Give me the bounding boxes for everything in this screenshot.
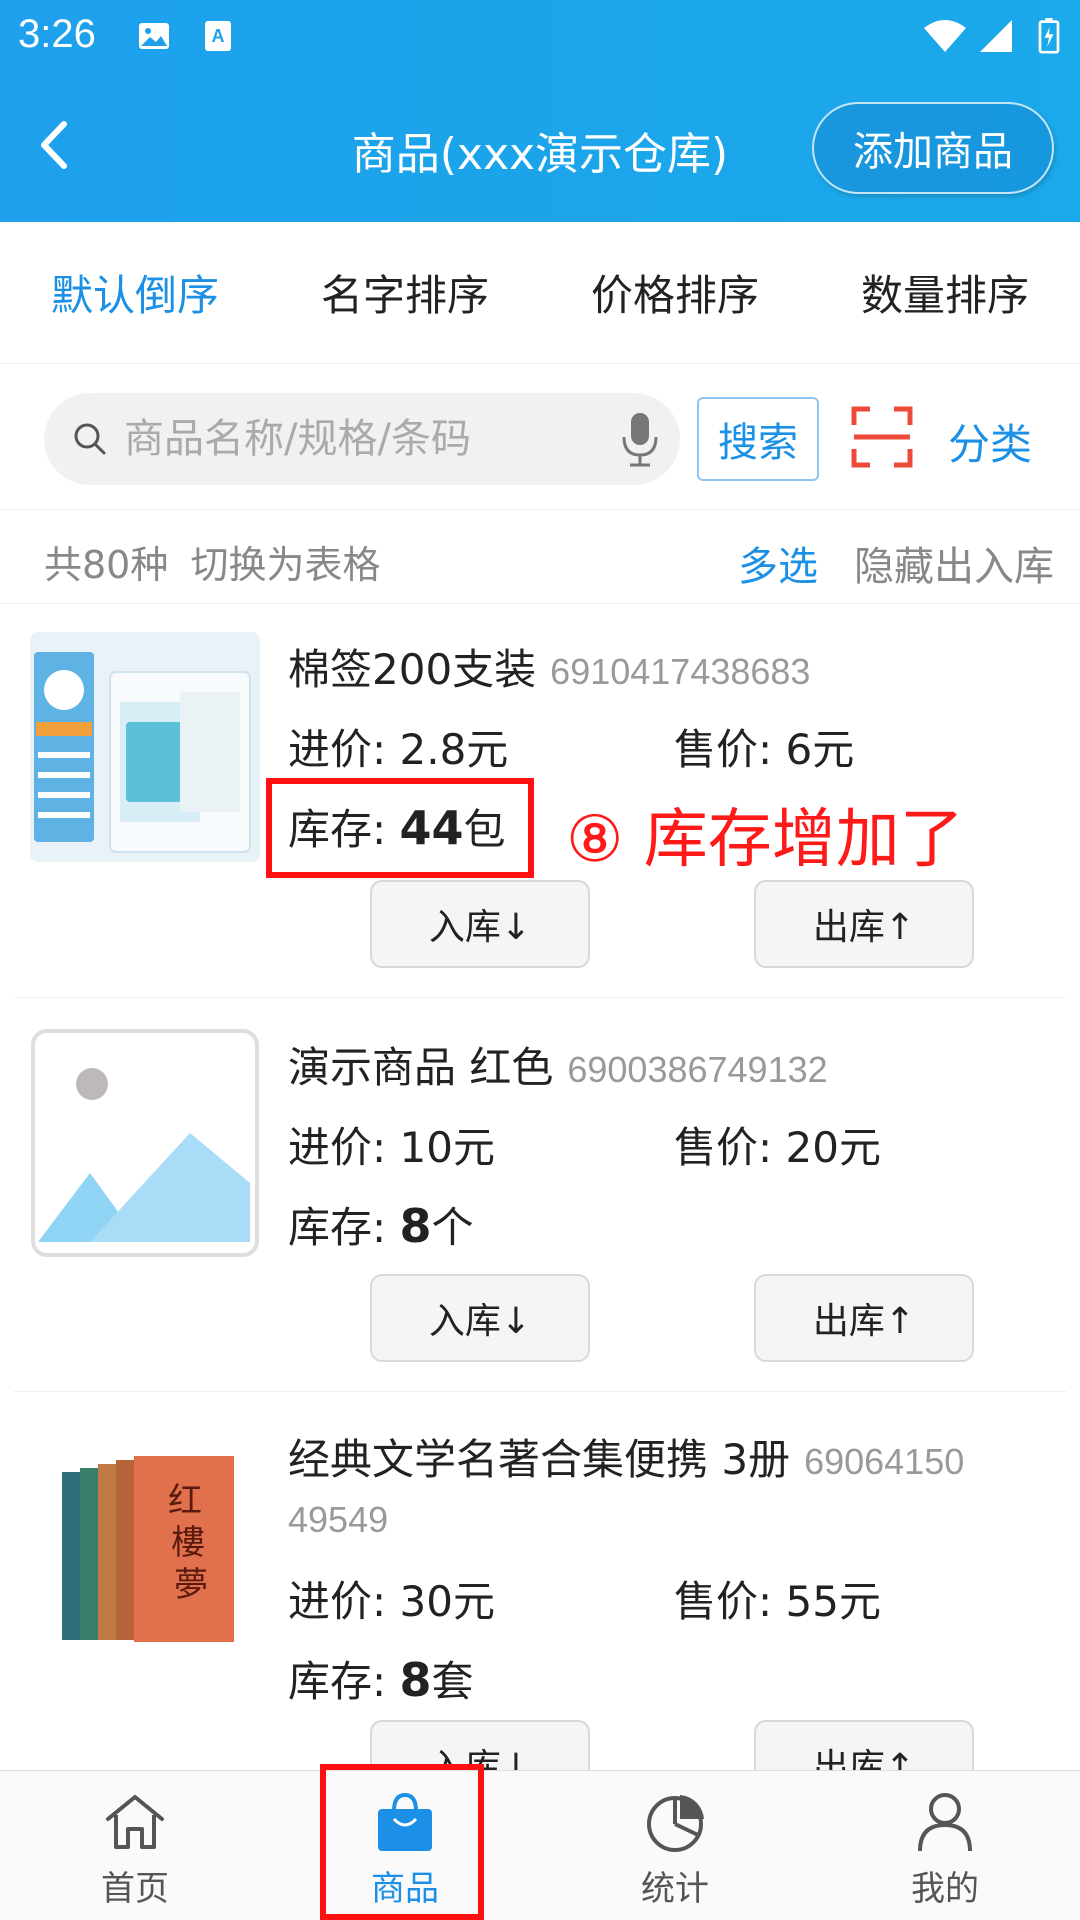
switch-to-table-link[interactable]: 切换为表格 <box>190 543 380 587</box>
product-item[interactable]: 红 樓 夢 经典文学名著合集便携 3册 69064150 49549 进价: 30元… <box>14 1392 1066 1808</box>
sale-price-value: 6元 <box>785 725 855 774</box>
signal-icon <box>980 20 1012 52</box>
image-notification-icon <box>139 23 169 49</box>
in-price-label: 进价: <box>288 1577 387 1626</box>
product-name: 棉签200支装 6910417438683 <box>288 636 810 697</box>
stock-number: 8 <box>399 1199 432 1253</box>
product-title: 经典文学名著合集便携 3册 <box>288 1435 791 1484</box>
stock: 库存: 8套 <box>288 1648 474 1709</box>
in-price-label: 进价: <box>288 1123 387 1172</box>
barcode-scan-icon[interactable] <box>850 405 914 469</box>
stock-highlight-box <box>266 778 534 878</box>
list-info-row: 共80种 切换为表格 多选 隐藏出入库 <box>0 510 1080 604</box>
home-icon <box>106 1795 164 1849</box>
product-barcode: 6910417438683 <box>550 651 811 692</box>
nav-mine-label: 我的 <box>911 1869 979 1909</box>
status-time: 3:26 <box>18 12 96 56</box>
product-title: 演示商品 红色 <box>288 1043 554 1092</box>
hide-io-link[interactable]: 隐藏出入库 <box>854 534 1054 592</box>
sale-price-label: 售价: <box>674 1123 773 1172</box>
nav-statistics-label: 统计 <box>641 1869 709 1909</box>
wifi-icon <box>924 20 966 52</box>
product-barcode: 6900386749132 <box>567 1049 828 1090</box>
search-row: 搜索 分类 <box>0 365 1080 510</box>
stock-unit: 套 <box>431 1657 474 1706</box>
product-barcode: 69064150 <box>804 1441 965 1482</box>
sale-price-label: 售价: <box>674 1577 773 1626</box>
sale-price-value: 20元 <box>785 1123 881 1172</box>
annotation-text: ⑧ 库存增加了 <box>566 803 964 877</box>
svg-text:樓: 樓 <box>171 1523 205 1563</box>
nav-home[interactable]: 首页 <box>0 1771 270 1920</box>
in-price-label: 进价: <box>288 725 387 774</box>
product-count: 共80种 <box>44 543 169 587</box>
search-input[interactable] <box>124 393 564 485</box>
in-price: 进价: 2.8元 <box>288 716 508 777</box>
in-price-value: 30元 <box>399 1577 495 1626</box>
stock-in-button[interactable]: 入库↓ <box>370 1274 590 1362</box>
product-title: 棉签200支装 <box>288 645 537 694</box>
app-header: 3:26 A 商品(xxx演示仓库) 添加商品 <box>0 0 1080 222</box>
sale-price: 售价: 20元 <box>674 1114 881 1175</box>
nav-mine[interactable]: 我的 <box>810 1771 1080 1920</box>
user-icon <box>918 1793 972 1852</box>
product-barcode-cont: 49549 <box>288 1499 389 1540</box>
sort-tabs: 默认倒序 名字排序 价格排序 数量排序 <box>0 222 1080 364</box>
category-link[interactable]: 分类 <box>948 411 1032 472</box>
add-product-button[interactable]: 添加商品 <box>812 102 1054 194</box>
nav-products-highlight-box <box>320 1764 484 1920</box>
stock-out-button[interactable]: 出库↑ <box>754 880 974 968</box>
product-image-books: 红 樓 夢 <box>30 1442 260 1672</box>
stock-in-button[interactable]: 入库↓ <box>370 880 590 968</box>
product-item[interactable]: 演示商品 红色 6900386749132 进价: 10元 售价: 20元 库存:… <box>14 998 1066 1392</box>
product-name: 演示商品 红色 6900386749132 <box>288 1034 828 1095</box>
sale-price: 售价: 55元 <box>674 1568 881 1629</box>
search-box <box>44 393 680 485</box>
tab-default-desc[interactable]: 默认倒序 <box>0 222 270 363</box>
svg-text:夢: 夢 <box>174 1565 208 1605</box>
tab-sort-by-name[interactable]: 名字排序 <box>270 222 540 363</box>
product-name: 经典文学名著合集便携 3册 69064150 49549 <box>288 1432 1058 1548</box>
stock-unit: 个 <box>431 1203 474 1252</box>
sale-price-label: 售价: <box>674 725 773 774</box>
search-button[interactable]: 搜索 <box>697 397 819 481</box>
stock: 库存: 8个 <box>288 1194 474 1255</box>
microphone-icon[interactable] <box>620 411 660 467</box>
bottom-nav: 首页 商品 统计 我的 <box>0 1770 1080 1920</box>
sale-price-value: 55元 <box>785 1577 881 1626</box>
nav-home-label: 首页 <box>101 1869 169 1909</box>
in-price-value: 10元 <box>399 1123 495 1172</box>
svg-text:红: 红 <box>168 1481 202 1521</box>
stock-label: 库存: <box>288 1203 387 1252</box>
tab-sort-by-quantity[interactable]: 数量排序 <box>810 222 1080 363</box>
pie-chart-icon <box>647 1795 704 1852</box>
stock-number: 8 <box>399 1653 432 1707</box>
in-price-value: 2.8元 <box>399 725 509 774</box>
stock-label: 库存: <box>288 1657 387 1706</box>
info-left: 共80种 切换为表格 <box>44 534 380 589</box>
sale-price: 售价: 6元 <box>674 716 854 777</box>
image-placeholder-icon <box>31 1029 259 1257</box>
in-price: 进价: 30元 <box>288 1568 495 1629</box>
product-image-cotton-swabs <box>30 632 260 862</box>
search-icon <box>74 423 106 455</box>
battery-icon <box>1038 18 1060 54</box>
multi-select-link[interactable]: 多选 <box>738 534 818 592</box>
tab-sort-by-price[interactable]: 价格排序 <box>540 222 810 363</box>
svg-text:A: A <box>212 26 225 46</box>
status-bar: 3:26 A <box>0 0 1080 72</box>
stock-out-button[interactable]: 出库↑ <box>754 1274 974 1362</box>
text-notification-icon: A <box>205 21 231 51</box>
in-price: 进价: 10元 <box>288 1114 495 1175</box>
nav-statistics[interactable]: 统计 <box>540 1771 810 1920</box>
